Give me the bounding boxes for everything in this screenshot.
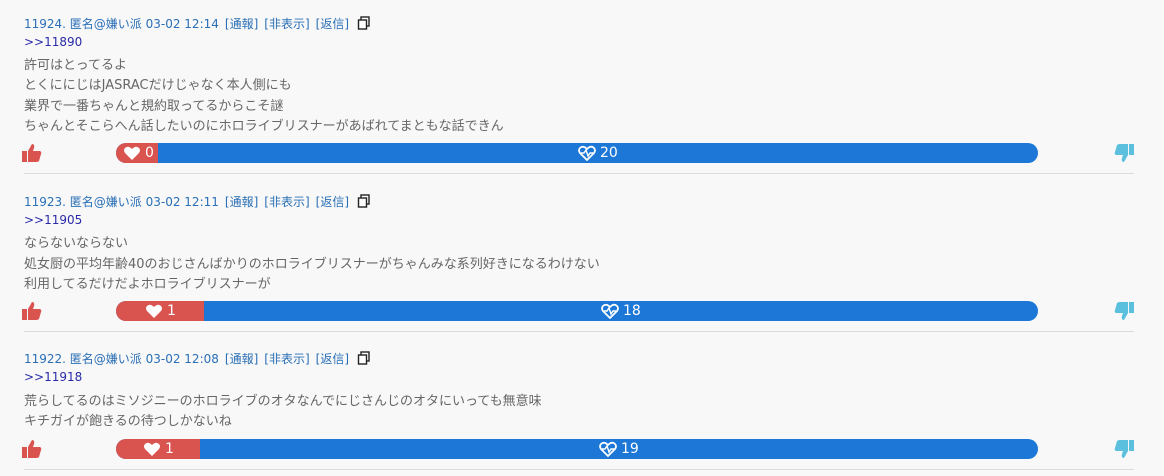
hide-link[interactable]: [非表示] bbox=[264, 193, 309, 210]
like-count: 0 bbox=[145, 145, 154, 161]
copy-icon[interactable] bbox=[357, 194, 371, 208]
post-11922: 11922. 匿名@嫌い派 03-02 12:08 [通報] [非表示] [返信… bbox=[24, 349, 1134, 439]
heart-pulse-icon bbox=[601, 303, 619, 319]
vote-bar: 1 19 bbox=[116, 439, 1038, 459]
post-body-line: ちゃんとそこらへん話したいのにホロライブリスナーがあばれてまともな話できん bbox=[24, 119, 504, 134]
dislike-count: 19 bbox=[621, 441, 639, 457]
post-meta: 11924. 匿名@嫌い派 03-02 12:14 bbox=[24, 16, 219, 31]
reply-to-link[interactable]: >>11918 bbox=[24, 370, 82, 384]
thumbs-up-icon[interactable] bbox=[21, 142, 43, 164]
thumbs-down-icon[interactable] bbox=[1113, 142, 1135, 164]
divider bbox=[24, 469, 1134, 470]
post-meta: 11922. 匿名@嫌い派 03-02 12:08 bbox=[24, 351, 219, 366]
post-11924: 11924. 匿名@嫌い派 03-02 12:14 [通報] [非表示] [返信… bbox=[24, 14, 1134, 164]
post-body-line: 許可はとってるよ bbox=[24, 58, 127, 73]
post-header: 11923. 匿名@嫌い派 03-02 12:11 [通報] [非表示] [返信… bbox=[24, 192, 371, 210]
like-bar: 0 bbox=[116, 143, 158, 163]
hide-link[interactable]: [非表示] bbox=[264, 15, 309, 32]
reply-link[interactable]: [返信] bbox=[316, 193, 349, 210]
post-body-line: ならないならない bbox=[24, 236, 129, 251]
post-body-line: 利用してるだけだよホロライブリスナーが bbox=[24, 277, 271, 292]
vote-bar: 1 18 bbox=[116, 301, 1038, 321]
reply-to-link[interactable]: >>11905 bbox=[24, 213, 82, 227]
post-header: 11922. 匿名@嫌い派 03-02 12:08 [通報] [非表示] [返信… bbox=[24, 349, 371, 367]
post-11923: 11923. 匿名@嫌い派 03-02 12:11 [通報] [非表示] [返信… bbox=[24, 192, 1134, 302]
dislike-count: 20 bbox=[600, 145, 618, 161]
like-count: 1 bbox=[165, 441, 174, 457]
like-bar: 1 bbox=[116, 301, 204, 321]
report-link[interactable]: [通報] bbox=[225, 15, 258, 32]
thumbs-up-icon[interactable] bbox=[21, 300, 43, 322]
heart-pulse-icon bbox=[578, 145, 596, 161]
reply-link[interactable]: [返信] bbox=[316, 350, 349, 367]
post-header: 11924. 匿名@嫌い派 03-02 12:14 [通報] [非表示] [返信… bbox=[24, 14, 371, 32]
dislike-bar: 20 bbox=[578, 143, 618, 163]
thumbs-up-icon[interactable] bbox=[21, 438, 43, 460]
heart-icon bbox=[146, 304, 162, 318]
copy-icon[interactable] bbox=[357, 351, 371, 365]
post-body-line: キチガイが飽きるの待つしかないね bbox=[24, 414, 232, 429]
like-count: 1 bbox=[167, 303, 176, 319]
post-body-line: 荒らしてるのはミソジニーのホロライブのオタなんでにじさんじのオタにいっても無意味 bbox=[24, 394, 542, 409]
reply-to-link[interactable]: >>11890 bbox=[24, 35, 82, 49]
reply-link[interactable]: [返信] bbox=[316, 15, 349, 32]
divider bbox=[24, 173, 1134, 174]
post-body-line: 業界で一番ちゃんと規約取ってるからこそ謎 bbox=[24, 99, 284, 114]
post-meta: 11923. 匿名@嫌い派 03-02 12:11 bbox=[24, 194, 219, 209]
dislike-bar: 19 bbox=[599, 439, 639, 459]
heart-pulse-icon bbox=[599, 441, 617, 457]
thumbs-down-icon[interactable] bbox=[1113, 300, 1135, 322]
divider bbox=[24, 331, 1134, 332]
heart-icon bbox=[124, 146, 140, 160]
dislike-bar: 18 bbox=[601, 301, 641, 321]
dislike-count: 18 bbox=[623, 303, 641, 319]
vote-bar: 0 20 bbox=[116, 143, 1038, 163]
thumbs-down-icon[interactable] bbox=[1113, 438, 1135, 460]
report-link[interactable]: [通報] bbox=[225, 193, 258, 210]
report-link[interactable]: [通報] bbox=[225, 350, 258, 367]
heart-icon bbox=[144, 442, 160, 456]
like-bar: 1 bbox=[116, 439, 200, 459]
copy-icon[interactable] bbox=[357, 16, 371, 30]
post-body-line: とくににじはJASRACだけじゃなく本人側にも bbox=[24, 78, 292, 93]
post-body-line: 処女厨の平均年齢40のおじさんばかりのホロライブリスナーがちゃんみな系列好きにな… bbox=[24, 257, 600, 272]
hide-link[interactable]: [非表示] bbox=[264, 350, 309, 367]
